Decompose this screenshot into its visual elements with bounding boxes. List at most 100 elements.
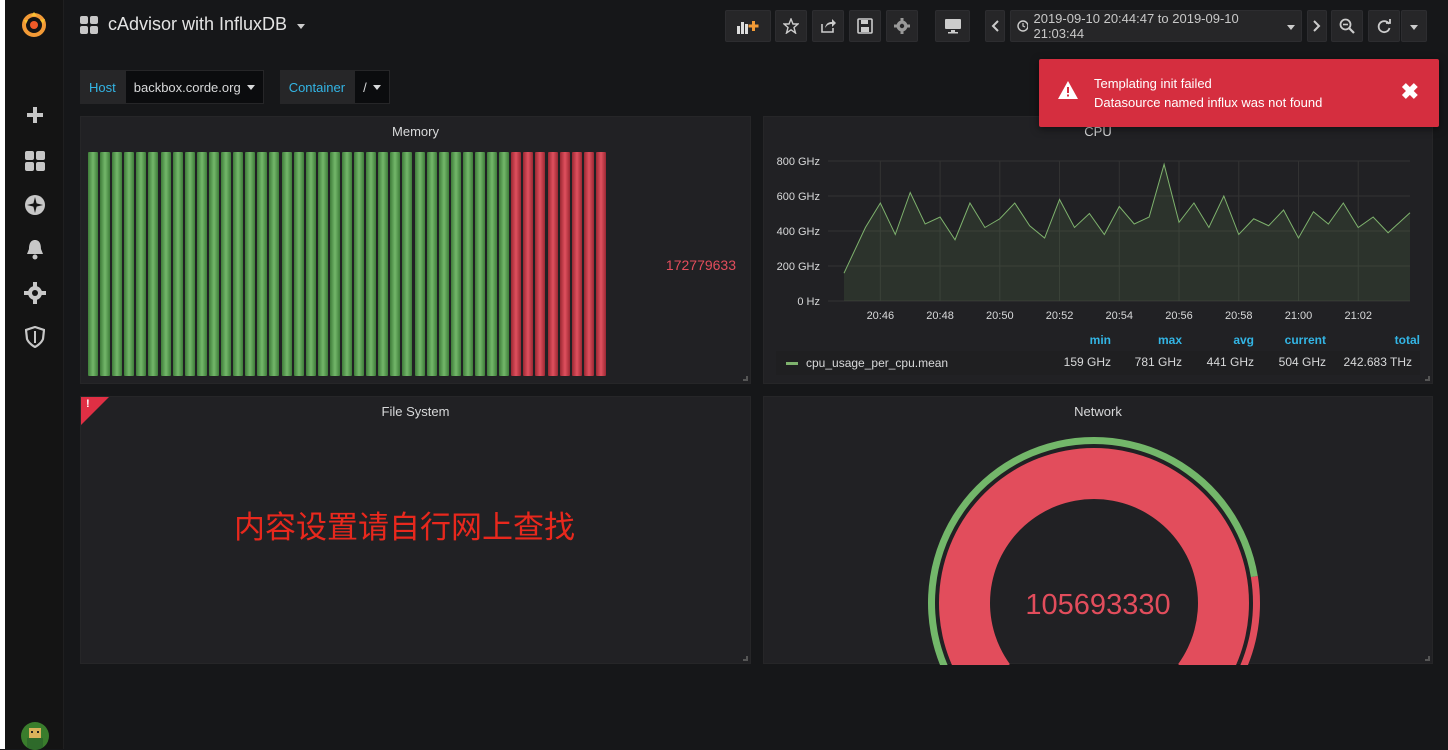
gauge-cell xyxy=(438,152,449,376)
memory-panel: Memory 172779633 xyxy=(80,116,751,384)
gauge-cell xyxy=(184,152,195,376)
gauge-cell xyxy=(341,152,352,376)
gauge-cell xyxy=(511,152,522,376)
refresh-interval-picker[interactable] xyxy=(1401,10,1427,42)
gauge-cell xyxy=(281,152,292,376)
gear-icon[interactable] xyxy=(22,280,48,306)
x-tick-label: 20:48 xyxy=(926,310,954,322)
gauge-cell xyxy=(378,152,389,376)
gauge-cell xyxy=(293,152,304,376)
legend-max: 781 GHz xyxy=(1134,355,1182,369)
legend-header-total[interactable]: total xyxy=(1395,333,1420,347)
legend-header: min max avg current total xyxy=(776,329,1420,349)
cpu-graph[interactable]: 800 GHz 600 GHz 400 GHz 200 GHz 0 Hz 20:46 20:… xyxy=(764,145,1434,355)
gauge-cell xyxy=(196,152,207,376)
dashboard-title: cAdvisor with InfluxDB xyxy=(108,14,288,34)
monitor-icon xyxy=(944,19,961,34)
legend-min: 159 GHz xyxy=(1063,355,1111,369)
panel-resize-handle[interactable] xyxy=(743,656,748,661)
gauge-cell xyxy=(450,152,461,376)
clock-icon xyxy=(1017,20,1029,32)
panel-resize-handle[interactable] xyxy=(743,376,748,381)
chevron-right-icon xyxy=(1313,20,1321,32)
time-range-label: 2019-09-10 20:44:47 to 2019-09-10 21:03:… xyxy=(1033,11,1239,41)
explore-icon[interactable] xyxy=(22,192,48,218)
legend-header-current[interactable]: current xyxy=(1285,333,1326,347)
variable-host: Host backbox.corde.org xyxy=(80,70,264,104)
gauge-cell xyxy=(354,152,365,376)
gauge-cell xyxy=(160,152,171,376)
refresh-button[interactable] xyxy=(1368,10,1400,42)
cycle-view-mode-button[interactable] xyxy=(935,10,970,42)
chevron-left-icon xyxy=(991,20,999,32)
chevron-down-icon xyxy=(297,23,306,29)
time-forward-button[interactable] xyxy=(1307,10,1327,42)
variable-container-select[interactable]: / xyxy=(354,70,390,104)
side-menu xyxy=(5,0,64,750)
variable-label: Host xyxy=(80,70,125,104)
gauge-cell xyxy=(245,152,256,376)
gauge-cell xyxy=(305,152,316,376)
star-icon xyxy=(783,18,799,34)
save-button[interactable] xyxy=(849,10,881,42)
star-button[interactable] xyxy=(775,10,807,42)
legend-header-min[interactable]: min xyxy=(1090,333,1111,347)
overlay-text: 内容设置请自行网上查找 xyxy=(234,510,575,546)
variable-value: backbox.corde.org xyxy=(133,79,241,95)
share-icon xyxy=(821,19,836,33)
gauge-cell xyxy=(329,152,340,376)
x-tick-label: 20:56 xyxy=(1165,310,1193,322)
dashboards-icon[interactable] xyxy=(22,148,48,174)
y-tick-label: 200 GHz xyxy=(777,261,820,273)
dashboards-icon xyxy=(80,15,98,34)
gauge-cell xyxy=(208,152,219,376)
y-tick-label: 400 GHz xyxy=(777,226,820,238)
dashboard-title-picker[interactable]: cAdvisor with InfluxDB xyxy=(80,14,306,35)
gauge-cell xyxy=(475,152,485,376)
series-color-swatch[interactable] xyxy=(786,362,798,365)
legend-row[interactable]: cpu_usage_per_cpu.mean 159 GHz 781 GHz 4… xyxy=(776,351,1420,375)
panel-title[interactable]: File System xyxy=(81,404,750,419)
chevron-down-icon xyxy=(372,84,381,90)
x-tick-label: 21:02 xyxy=(1344,310,1372,322)
x-tick-label: 21:00 xyxy=(1285,310,1313,322)
bell-icon[interactable] xyxy=(22,236,48,262)
variable-value: / xyxy=(363,79,367,95)
legend-header-max[interactable]: max xyxy=(1158,333,1182,347)
zoom-out-button[interactable] xyxy=(1331,10,1363,42)
panel-title[interactable]: Memory xyxy=(81,124,750,139)
gauge-cell xyxy=(124,152,135,376)
legend-avg: 441 GHz xyxy=(1206,355,1254,369)
legend-total: 242.683 THz xyxy=(1343,355,1413,369)
panel-resize-handle[interactable] xyxy=(1425,656,1430,661)
gauge-cell xyxy=(136,152,147,376)
share-button[interactable] xyxy=(812,10,844,42)
gauge-cell xyxy=(571,152,582,376)
panel-resize-handle[interactable] xyxy=(1425,376,1430,381)
memory-value: 172779633 xyxy=(665,257,736,273)
variable-host-select[interactable]: backbox.corde.org xyxy=(124,70,264,104)
series-fill xyxy=(844,164,1410,301)
shield-icon[interactable] xyxy=(22,324,48,350)
gear-icon xyxy=(894,18,910,34)
time-back-button[interactable] xyxy=(985,10,1005,42)
add-panel-button[interactable] xyxy=(725,10,771,42)
series-name[interactable]: cpu_usage_per_cpu.mean xyxy=(806,356,948,370)
time-picker-button[interactable]: 2019-09-10 20:44:47 to 2019-09-10 21:03:… xyxy=(1010,10,1302,42)
gauge-cell xyxy=(499,152,510,376)
plus-icon[interactable] xyxy=(22,102,48,128)
gauge-cell xyxy=(462,152,473,376)
x-tick-label: 20:50 xyxy=(986,310,1014,322)
grafana-logo-icon[interactable] xyxy=(19,10,49,40)
settings-button[interactable] xyxy=(886,10,918,42)
legend-header-avg[interactable]: avg xyxy=(1233,333,1254,347)
user-avatar[interactable] xyxy=(21,722,49,750)
gauge-cell xyxy=(112,152,123,376)
warning-icon xyxy=(1058,81,1078,99)
chevron-down-icon xyxy=(1287,25,1295,30)
close-icon[interactable]: ✖ xyxy=(1401,81,1419,103)
variable-label: Container xyxy=(279,70,355,104)
gauge-cell xyxy=(402,152,413,376)
network-gauge xyxy=(928,437,1260,665)
gauge-cell xyxy=(426,152,437,376)
